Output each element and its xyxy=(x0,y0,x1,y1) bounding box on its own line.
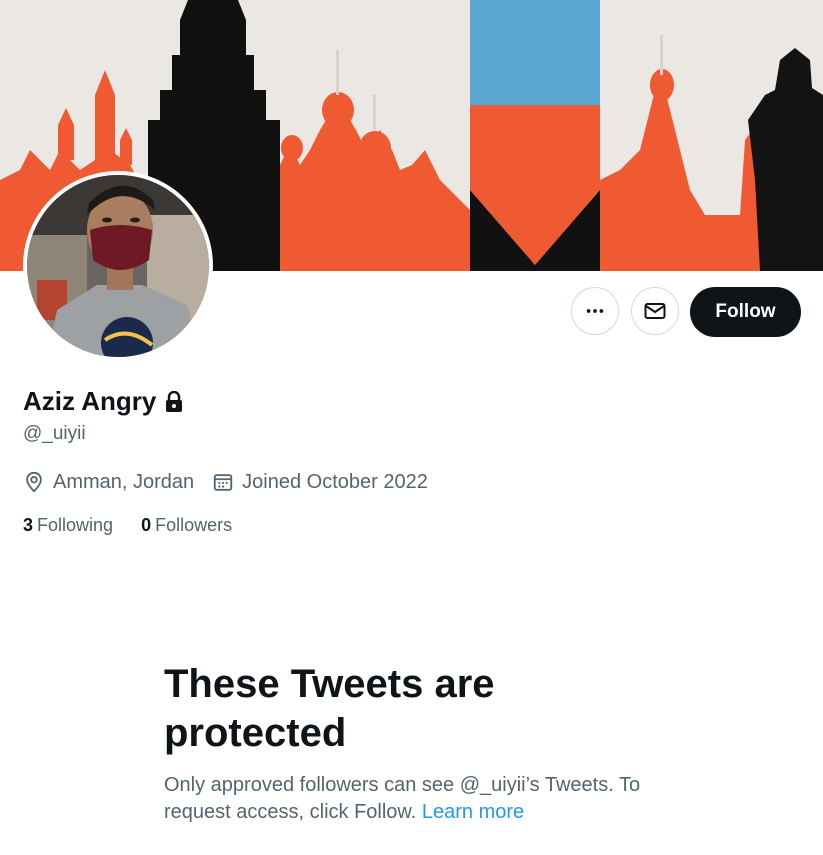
learn-more-link[interactable]: Learn more xyxy=(422,801,524,823)
more-options-button[interactable] xyxy=(571,287,619,335)
location-item: Amman, Jordan xyxy=(23,470,194,494)
lock-icon xyxy=(164,390,184,413)
profile-name-row: Aziz Angry xyxy=(23,386,184,417)
avatar-photo xyxy=(27,175,209,357)
protected-notice: These Tweets are protected Only approved… xyxy=(164,660,664,826)
location-text: Amman, Jordan xyxy=(53,470,195,493)
display-name: Aziz Angry xyxy=(23,386,157,416)
followers-link[interactable]: 0 Followers xyxy=(141,515,232,536)
location-pin-icon xyxy=(26,471,42,493)
message-button[interactable] xyxy=(631,287,679,335)
following-label: Following xyxy=(37,515,114,535)
follow-button[interactable]: Follow xyxy=(690,287,801,337)
following-link[interactable]: 3 Following xyxy=(23,515,113,536)
avatar-image xyxy=(27,175,209,357)
following-count: 3 xyxy=(23,515,34,535)
profile-handle: @_uiyii xyxy=(23,423,86,444)
calendar-icon xyxy=(214,474,233,491)
followers-label: Followers xyxy=(155,515,233,535)
followers-count: 0 xyxy=(141,515,152,535)
profile-avatar[interactable] xyxy=(23,171,213,361)
joined-item: Joined October 2022 xyxy=(212,470,428,494)
protected-description: Only approved followers can see @_uiyii’… xyxy=(164,772,664,826)
profile-stats: 3 Following 0 Followers xyxy=(23,515,260,536)
profile-meta: Amman, Jordan Joined October 2022 xyxy=(23,470,446,494)
more-horizontal-icon xyxy=(586,309,604,313)
envelope-icon xyxy=(644,303,666,319)
joined-text: Joined October 2022 xyxy=(242,470,428,493)
protected-title: These Tweets are protected xyxy=(164,662,495,755)
protected-body: Only approved followers can see @_uiyii’… xyxy=(164,774,641,823)
